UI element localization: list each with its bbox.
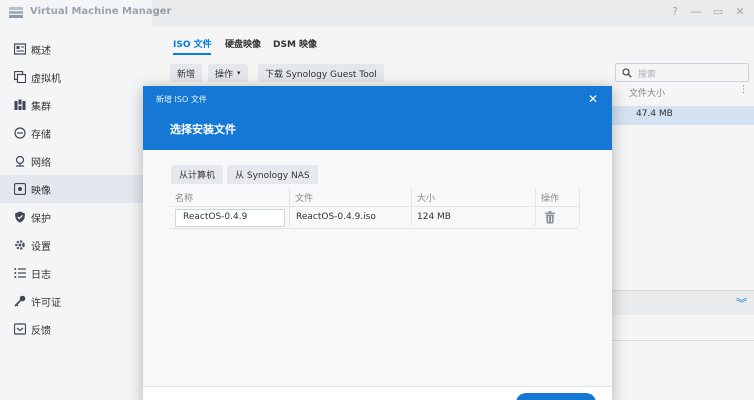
dialog-body xyxy=(143,150,612,386)
sidebar-item-label: 日志 xyxy=(31,269,51,281)
trash-icon[interactable] xyxy=(544,211,556,224)
sidebar: 概述 虚拟机 集群 存储 网络 映像 保护 设置 日志 许可证 反馈 xyxy=(0,26,152,400)
app-logo-icon xyxy=(9,7,23,18)
shield-icon xyxy=(13,211,26,224)
overview-icon xyxy=(13,43,26,56)
window-title: Virtual Machine Manager xyxy=(30,6,172,17)
sidebar-item-label: 映像 xyxy=(31,185,51,197)
sidebar-item-label: 保护 xyxy=(31,213,51,225)
add-iso-dialog: 新增 ISO 文件 ✕ 选择安装文件 从计算机 从 Synology NAS 名… xyxy=(143,86,612,400)
network-icon xyxy=(13,155,26,168)
vm-icon xyxy=(13,71,26,84)
sidebar-item-network[interactable]: 网络 xyxy=(0,147,152,175)
column-header-name: 名称 xyxy=(175,194,194,204)
sidebar-item-feedback[interactable]: 反馈 xyxy=(0,315,152,343)
feedback-icon xyxy=(13,323,26,336)
dialog-title: 新增 ISO 文件 xyxy=(156,95,207,104)
sidebar-item-label: 反馈 xyxy=(31,325,51,337)
column-header-size: 大小 xyxy=(417,194,436,204)
dialog-header: 新增 ISO 文件 ✕ 选择安装文件 xyxy=(143,86,612,150)
file-name-cell: ReactOS-0.4.9.iso xyxy=(296,212,376,222)
sidebar-item-label: 网络 xyxy=(31,157,51,169)
column-header-file: 文件 xyxy=(295,194,314,204)
sidebar-item-label: 集群 xyxy=(31,101,51,113)
column-divider xyxy=(535,188,536,226)
grid-header-line xyxy=(169,206,579,207)
sidebar-item-protection[interactable]: 保护 xyxy=(0,203,152,231)
sidebar-item-image[interactable]: 映像 xyxy=(0,175,152,203)
iso-name-input[interactable]: ReactOS-0.4.9 xyxy=(175,209,285,227)
sidebar-item-log[interactable]: 日志 xyxy=(0,259,152,287)
image-icon xyxy=(13,183,26,196)
sidebar-item-vm[interactable]: 虚拟机 xyxy=(0,63,152,91)
sidebar-item-overview[interactable]: 概述 xyxy=(0,35,152,63)
log-icon xyxy=(13,267,26,280)
column-divider xyxy=(289,188,290,226)
grid-row-line xyxy=(169,228,579,229)
sidebar-item-license[interactable]: 许可证 xyxy=(0,287,152,315)
from-nas-button[interactable]: 从 Synology NAS xyxy=(227,165,318,184)
cluster-icon xyxy=(13,99,26,112)
sidebar-item-label: 存储 xyxy=(31,129,51,141)
from-computer-button[interactable]: 从计算机 xyxy=(171,165,224,184)
close-icon[interactable]: ✕ xyxy=(588,92,598,106)
file-size-cell: 124 MB xyxy=(417,212,451,222)
dialog-subtitle: 选择安装文件 xyxy=(170,123,236,136)
column-header-action: 操作 xyxy=(541,194,560,204)
sidebar-item-label: 许可证 xyxy=(31,297,61,309)
gear-icon xyxy=(13,239,26,252)
confirm-button[interactable] xyxy=(516,393,596,400)
sidebar-item-settings[interactable]: 设置 xyxy=(0,231,152,259)
storage-icon xyxy=(13,127,26,140)
sidebar-item-storage[interactable]: 存储 xyxy=(0,119,152,147)
sidebar-item-label: 概述 xyxy=(31,45,51,57)
sidebar-item-label: 设置 xyxy=(31,241,51,253)
sidebar-item-label: 虚拟机 xyxy=(31,73,61,85)
column-divider xyxy=(579,188,580,226)
column-divider xyxy=(411,188,412,226)
key-icon xyxy=(13,295,26,308)
sidebar-item-cluster[interactable]: 集群 xyxy=(0,91,152,119)
